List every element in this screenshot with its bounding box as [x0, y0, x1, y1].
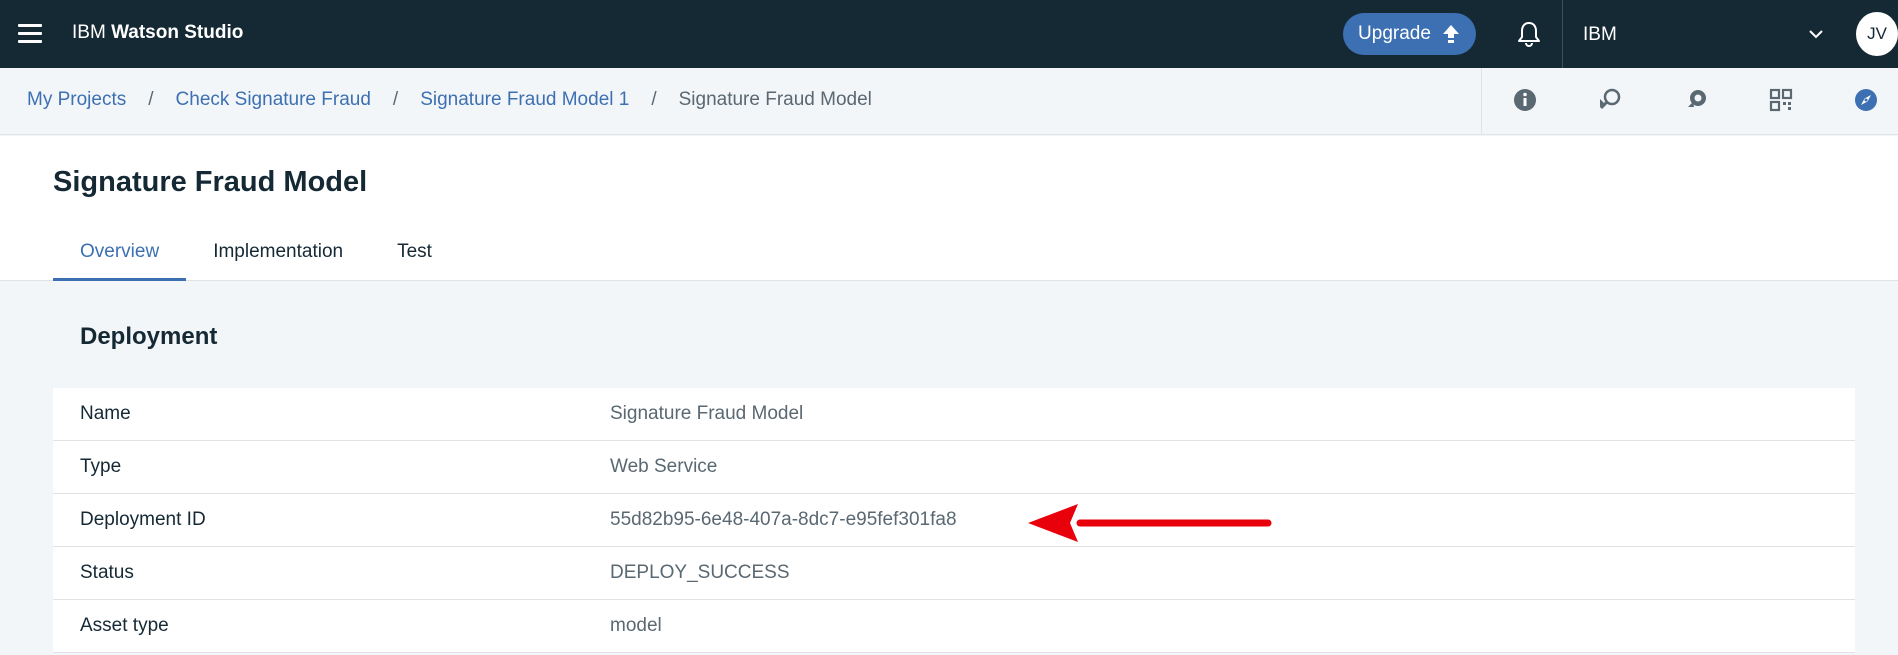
brand-name: Watson Studio — [111, 22, 244, 43]
find-data-icon[interactable] — [1597, 87, 1623, 113]
row-key: Status — [80, 562, 134, 583]
table-row: Deployment ID 55d82b95-6e48-407a-8dc7-e9… — [53, 494, 1855, 547]
page-title: Signature Fraud Model — [53, 166, 368, 198]
row-value: Web Service — [610, 456, 718, 477]
compass-icon[interactable] — [1853, 87, 1879, 113]
breadcrumb-separator: / — [392, 89, 399, 110]
page-header: Signature Fraud Model Overview Implement… — [0, 136, 1898, 281]
top-navigation-bar: IBM Watson Studio Upgrade IBM JV — [0, 0, 1898, 68]
breadcrumb-separator: / — [651, 89, 657, 110]
toolbar-divider — [1481, 68, 1482, 135]
table-row: Type Web Service — [53, 441, 1855, 494]
upgrade-button[interactable]: Upgrade — [1343, 13, 1476, 55]
deployment-details-table: Name Signature Fraud Model Type Web Serv… — [53, 388, 1855, 653]
breadcrumb-link-model[interactable]: Signature Fraud Model 1 — [420, 89, 629, 111]
info-icon[interactable] — [1512, 87, 1538, 113]
table-row: Status DEPLOY_SUCCESS — [53, 547, 1855, 600]
menu-icon[interactable] — [18, 24, 42, 44]
tab-overview[interactable]: Overview — [53, 234, 187, 281]
brand-prefix: IBM — [72, 22, 106, 43]
breadcrumb-separator: / — [148, 89, 154, 110]
chat-icon[interactable] — [1683, 87, 1709, 113]
breadcrumb-bar: My Projects / Check Signature Fraud / Si… — [0, 68, 1898, 135]
grid-icon[interactable] — [1768, 87, 1794, 113]
bell-icon[interactable] — [1516, 20, 1542, 48]
annotation-arrow — [1028, 504, 1272, 542]
avatar[interactable]: JV — [1856, 12, 1898, 56]
table-row: Name Signature Fraud Model — [53, 388, 1855, 441]
deployment-id-value[interactable]: 55d82b95-6e48-407a-8dc7-e95fef301fa8 — [610, 509, 957, 531]
tab-test[interactable]: Test — [370, 234, 459, 281]
account-name[interactable]: IBM — [1583, 24, 1617, 46]
row-value: Signature Fraud Model — [610, 403, 804, 424]
breadcrumb: My Projects / Check Signature Fraud / Si… — [27, 89, 872, 111]
row-key: Type — [80, 456, 122, 477]
product-brand[interactable]: IBM Watson Studio — [72, 22, 243, 44]
table-row: Asset type model — [53, 600, 1855, 653]
topbar-divider — [1562, 0, 1563, 68]
row-value: model — [610, 615, 662, 636]
tab-list: Overview Implementation Test — [53, 234, 459, 281]
upgrade-label: Upgrade — [1358, 23, 1431, 44]
row-key: Name — [80, 403, 131, 424]
breadcrumb-link-my-projects[interactable]: My Projects — [27, 89, 126, 111]
breadcrumb-current: Signature Fraud Model — [678, 89, 872, 110]
tab-implementation[interactable]: Implementation — [186, 234, 370, 281]
section-title: Deployment — [80, 323, 218, 350]
row-key: Deployment ID — [80, 509, 206, 530]
row-key: Asset type — [80, 615, 169, 636]
row-value: DEPLOY_SUCCESS — [610, 562, 790, 583]
chevron-down-icon[interactable] — [1808, 28, 1824, 40]
arrow-up-icon — [1442, 25, 1459, 43]
breadcrumb-link-project[interactable]: Check Signature Fraud — [176, 89, 371, 111]
